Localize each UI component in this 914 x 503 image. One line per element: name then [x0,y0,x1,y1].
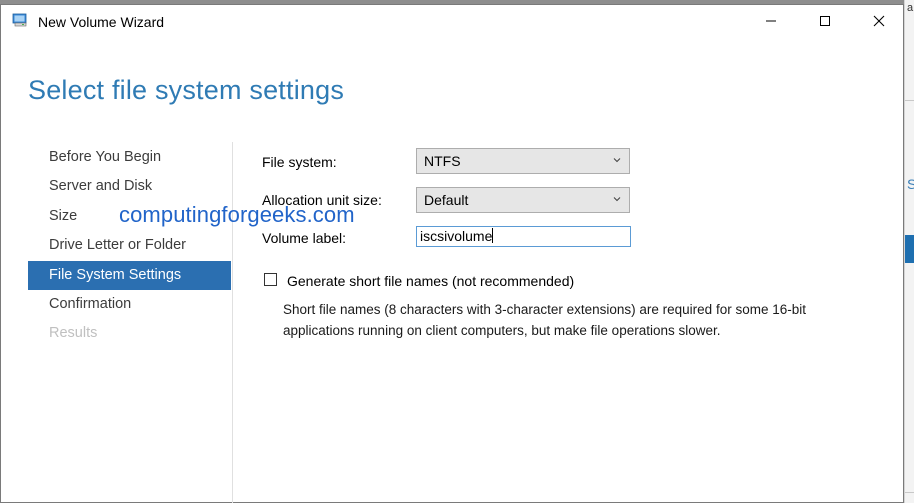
generate-short-names-label[interactable]: Generate short file names (not recommend… [287,273,574,289]
close-button[interactable] [852,5,906,37]
short-names-description: Short file names (8 characters with 3-ch… [283,302,806,338]
background-divider [905,100,914,101]
background-app-fragment: S [907,176,914,192]
background-selection-bar [905,235,914,263]
title-bar[interactable]: New Volume Wizard [1,5,903,39]
step-results: Results [49,325,98,342]
minimize-button[interactable] [744,5,798,37]
volume-label-value: iscsivolume [420,228,493,244]
step-file-system-settings[interactable]: File System Settings [28,260,231,290]
generate-short-names-checkbox[interactable] [264,273,277,286]
watermark-text: computingforgeeks.com [119,202,355,227]
minimize-icon [766,20,776,22]
close-icon [873,15,885,27]
background-app-fragment: a [907,2,914,14]
volume-wizard-icon [12,13,27,27]
volume-label-label: Volume label: [262,230,347,246]
file-system-dropdown[interactable]: NTFS [416,148,630,174]
chevron-down-icon [613,158,621,163]
screen: a S New Volume Wizard Select file system… [0,0,914,503]
wizard-step-list: Before You Begin Server and Disk Size Dr… [28,143,231,349]
allocation-unit-size-value: Default [424,192,469,208]
allocation-unit-size-dropdown[interactable]: Default [416,187,630,213]
chevron-down-icon [613,197,621,202]
file-system-label: File system: [262,154,337,170]
step-confirmation[interactable]: Confirmation [28,290,231,319]
page-heading: Select file system settings [28,75,345,105]
maximize-button[interactable] [798,5,852,37]
maximize-icon [820,16,830,26]
new-volume-wizard-window: New Volume Wizard Select file system set… [0,4,904,503]
volume-label-input[interactable]: iscsivolume [416,226,631,247]
step-drive-letter-or-folder[interactable]: Drive Letter or Folder [28,231,231,260]
panel-divider [232,142,233,503]
window-title: New Volume Wizard [38,14,165,30]
step-before-you-begin[interactable]: Before You Begin [28,143,231,172]
background-divider [905,492,914,493]
file-system-value: NTFS [424,153,461,169]
text-caret [492,228,494,243]
step-server-and-disk[interactable]: Server and Disk [28,172,231,201]
